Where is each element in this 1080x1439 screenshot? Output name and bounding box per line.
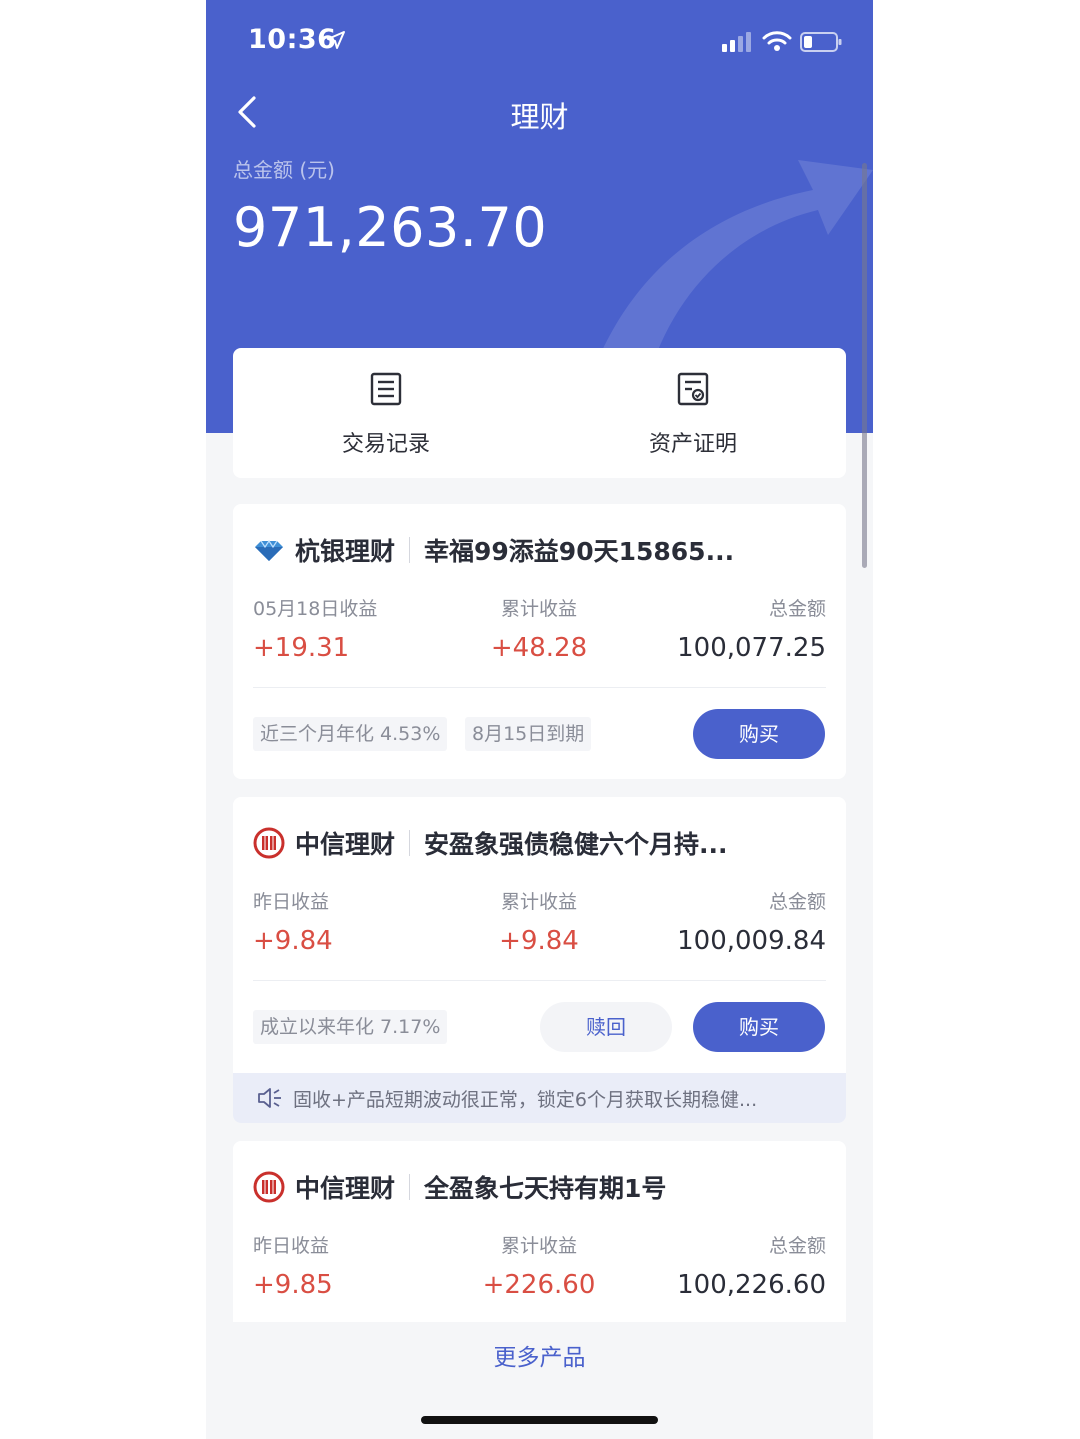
hangyin-diamond-logo-icon [255,539,283,561]
redeem-button[interactable]: 赎回 [540,1002,672,1052]
stat-label: 总金额 [768,891,826,913]
list-document-icon [370,372,402,406]
header-divider [409,830,411,856]
product-header: 杭银理财 幸福99添益90天15865... [253,530,734,570]
status-time: 10:36 [248,24,337,55]
battery-icon [800,32,842,52]
total-amount-stat: 总金额 100,009.84 [606,887,826,956]
transaction-records-button[interactable]: 交易记录 [233,348,539,478]
stat-value: 100,077.25 [677,633,826,663]
yield-tag: 成立以来年化 7.17% [253,1010,448,1044]
footer-bar: 更多产品 [206,1322,873,1439]
header-divider [409,537,411,563]
cellular-signal-icon [722,32,751,52]
product-brand: 杭银理财 [295,537,396,566]
status-bar: 10:36 [206,0,873,84]
product-name: 幸福99添益90天15865... [424,537,735,566]
product-name: 安盈象强债稳健六个月持... [424,830,728,859]
product-card[interactable]: 中信理财 全盈象七天持有期1号 昨日收益 +9.85 累计收益 +226.60 … [233,1141,846,1341]
stat-value: 100,226.60 [677,1270,826,1300]
product-card[interactable]: 杭银理财 幸福99添益90天15865... 05月18日收益 +19.31 累… [233,504,846,779]
header-divider [409,1174,411,1200]
asset-certificate-button[interactable]: 资产证明 [540,348,846,478]
speaker-icon [258,1088,281,1108]
notice-bar[interactable]: 固收+产品短期波动很正常，锁定6个月获取长期稳健... [233,1073,846,1123]
citic-logo-icon [253,827,285,859]
product-brand: 中信理财 [295,1174,396,1203]
page-title: 理财 [510,100,569,134]
buy-button[interactable]: 购买 [693,1002,825,1052]
scrollbar[interactable] [862,163,867,568]
stat-value: 100,009.84 [677,926,826,956]
yield-tag: 近三个月年化 4.53% [253,717,448,751]
divider [253,687,826,688]
citic-logo-icon [253,1171,285,1203]
more-products-link[interactable]: 更多产品 [206,1338,873,1372]
phone-screen: 10:36 理财 总金额 (元) 971,263.70 交易记录 资产证明 杭银… [206,0,873,1439]
total-amount-stat: 总金额 100,077.25 [606,594,826,663]
divider [253,980,826,981]
transaction-records-label: 交易记录 [341,432,430,457]
notice-text: 固收+产品短期波动很正常，锁定6个月获取长期稳健... [293,1088,758,1111]
product-name: 全盈象七天持有期1号 [424,1174,667,1203]
stat-label: 总金额 [768,1235,826,1257]
maturity-tag: 8月15日到期 [465,717,592,751]
quick-actions-card: 交易记录 资产证明 [233,348,846,478]
total-amount-label: 总金额 (元) [233,158,335,182]
product-brand: 中信理财 [295,830,396,859]
wifi-icon [762,31,792,51]
product-header: 中信理财 全盈象七天持有期1号 [253,1167,666,1207]
buy-button[interactable]: 购买 [693,709,825,759]
total-amount-stat: 总金额 100,226.60 [606,1231,826,1300]
total-amount-value: 971,263.70 [233,196,548,259]
product-card[interactable]: 中信理财 安盈象强债稳健六个月持... 昨日收益 +9.84 累计收益 +9.8… [233,797,846,1123]
stat-label: 总金额 [768,598,826,620]
location-arrow-icon [327,31,345,49]
home-indicator[interactable] [421,1416,658,1424]
asset-certificate-label: 资产证明 [648,432,737,457]
product-header: 中信理财 安盈象强债稳健六个月持... [253,823,728,863]
certificate-icon [677,372,709,406]
